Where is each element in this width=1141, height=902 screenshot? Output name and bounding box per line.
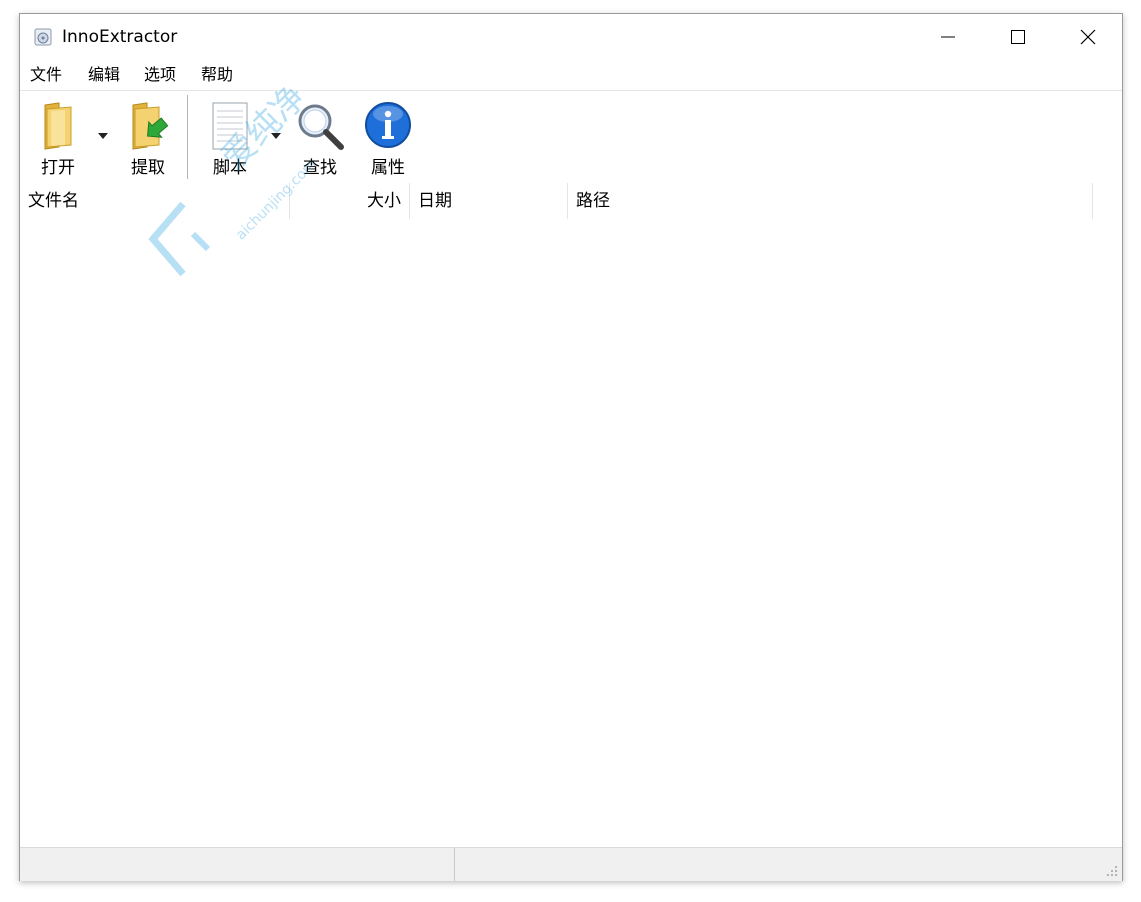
open-dropdown-arrow[interactable] [98,133,108,139]
maximize-button[interactable] [983,14,1053,60]
toolbar: 打开 提取 脚本 查找 属性 [20,90,1122,184]
open-label: 打开 [41,158,75,178]
close-button[interactable] [1053,14,1123,60]
find-button[interactable]: 查找 [292,97,348,181]
menu-options[interactable]: 选项 [140,62,180,88]
open-button[interactable]: 打开 [30,97,86,181]
title-bar: InnoExtractor [20,14,1122,60]
menu-bar: 文件 编辑 选项 帮助 [20,62,1122,88]
status-pane-left [20,848,455,881]
extract-button[interactable]: 提取 [120,97,176,181]
toolbar-separator [187,95,188,179]
file-list[interactable] [20,219,1122,847]
script-button[interactable]: 脚本 [202,97,258,181]
folder-extract-icon [132,102,169,150]
script-label: 脚本 [213,158,247,178]
info-icon [365,102,411,148]
app-window: InnoExtractor 文件 编辑 选项 帮助 打开 提取 脚本 查找 属性… [19,13,1123,881]
menu-edit[interactable]: 编辑 [84,62,124,88]
minimize-icon [941,36,955,38]
properties-label: 属性 [371,158,405,178]
script-dropdown-arrow[interactable] [271,133,281,139]
column-header-path[interactable]: 路径 [568,183,1093,219]
column-header-size[interactable]: 大小 [290,183,410,219]
file-list-header: 文件名 大小 日期 路径 [20,183,1122,219]
minimize-button[interactable] [913,14,983,60]
resize-grip-icon[interactable] [1106,865,1118,877]
notepad-icon [212,102,248,150]
menu-help[interactable]: 帮助 [197,62,237,88]
column-header-name[interactable]: 文件名 [20,183,290,219]
close-icon [1080,29,1096,45]
maximize-icon [1011,30,1025,44]
extract-label: 提取 [131,158,165,178]
magnifier-icon [298,104,344,150]
folder-icon [44,102,72,150]
status-bar [20,847,1122,881]
window-title: InnoExtractor [62,27,178,47]
app-icon [34,28,52,46]
menu-file[interactable]: 文件 [26,62,66,88]
find-label: 查找 [303,158,337,178]
column-header-date[interactable]: 日期 [410,183,568,219]
status-pane-right [456,848,1096,881]
properties-button[interactable]: 属性 [360,97,416,181]
